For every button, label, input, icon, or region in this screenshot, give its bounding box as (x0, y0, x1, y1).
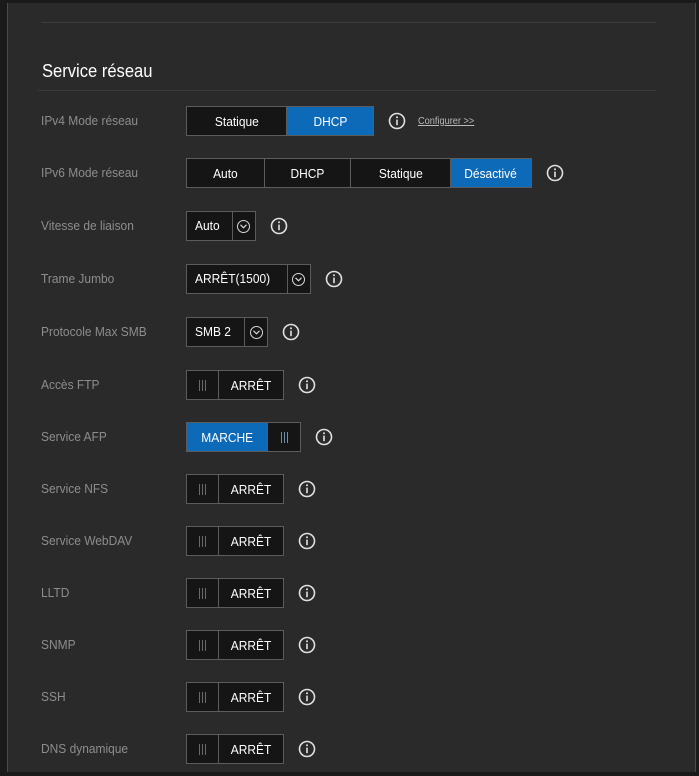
afp-label: Service AFP (41, 429, 107, 444)
jumbo-frame-select[interactable]: ARRÊT(1500) (186, 264, 311, 294)
snmp-toggle[interactable]: ARRÊT (186, 630, 285, 660)
info-icon[interactable] (388, 112, 406, 130)
nfs-toggle[interactable]: ARRÊT (186, 474, 285, 504)
ipv6-row: IPv6 Mode réseau Auto DHCP Statique Désa… (8, 158, 695, 188)
link-speed-label: Vitesse de liaison (41, 218, 134, 233)
toggle-grip-icon (187, 475, 219, 503)
toggle-grip-icon (268, 423, 300, 451)
ipv6-mode-selector: Auto DHCP Statique Désactivé (186, 158, 532, 188)
smb-protocol-label: Protocole Max SMB (41, 324, 147, 339)
configure-link[interactable]: Configurer >> (418, 116, 474, 127)
lltd-label: LLTD (41, 585, 70, 600)
settings-panel: Service réseau IPv4 Mode réseau Statique… (7, 3, 696, 772)
top-divider (42, 22, 656, 23)
ftp-toggle[interactable]: ARRÊT (186, 370, 285, 400)
info-icon[interactable] (270, 217, 288, 235)
smb-protocol-row: Protocole Max SMB SMB 2 (8, 317, 695, 347)
ssh-label: SSH (41, 689, 66, 704)
snmp-row: SNMP ARRÊT (8, 630, 695, 660)
info-icon[interactable] (315, 428, 333, 446)
lltd-row: LLTD ARRÊT (8, 578, 695, 608)
ipv6-option-dhcp[interactable]: DHCP (265, 159, 351, 187)
info-icon[interactable] (298, 584, 316, 602)
nfs-label: Service NFS (41, 481, 109, 496)
info-icon[interactable] (282, 323, 300, 341)
ipv6-label: IPv6 Mode réseau (41, 165, 139, 180)
ftp-row: Accès FTP ARRÊT (8, 370, 695, 400)
ipv4-mode-selector: Statique DHCP (186, 106, 374, 136)
section-divider (38, 90, 656, 91)
chevron-down-icon (249, 325, 263, 339)
chevron-down-icon (292, 272, 306, 286)
ssh-row: SSH ARRÊT (8, 682, 695, 712)
info-icon[interactable] (298, 740, 316, 758)
toggle-grip-icon (187, 735, 219, 763)
lltd-toggle[interactable]: ARRÊT (186, 578, 285, 608)
jumbo-frame-label: Trame Jumbo (41, 271, 115, 286)
info-icon[interactable] (298, 688, 316, 706)
ssh-toggle[interactable]: ARRÊT (186, 682, 285, 712)
ddns-label: DNS dynamique (41, 741, 129, 756)
jumbo-frame-row: Trame Jumbo ARRÊT(1500) (8, 264, 695, 294)
info-icon[interactable] (298, 532, 316, 550)
ipv4-option-dhcp[interactable]: DHCP (287, 107, 373, 135)
ipv6-option-static[interactable]: Statique (351, 159, 451, 187)
info-icon[interactable] (298, 636, 316, 654)
toggle-grip-icon (187, 371, 219, 399)
link-speed-select[interactable]: Auto (186, 211, 256, 241)
ipv4-row: IPv4 Mode réseau Statique DHCP Configure… (8, 106, 695, 136)
info-icon[interactable] (325, 270, 343, 288)
link-speed-row: Vitesse de liaison Auto (8, 211, 695, 241)
ipv6-option-disabled[interactable]: Désactivé (451, 159, 531, 187)
chevron-down-icon (237, 219, 251, 233)
toggle-grip-icon (187, 579, 219, 607)
ddns-toggle[interactable]: ARRÊT (186, 734, 285, 764)
nfs-row: Service NFS ARRÊT (8, 474, 695, 504)
section-title: Service réseau (42, 61, 153, 81)
smb-protocol-select[interactable]: SMB 2 (186, 317, 269, 347)
info-icon[interactable] (546, 164, 564, 182)
webdav-row: Service WebDAV ARRÊT (8, 526, 695, 556)
webdav-toggle[interactable]: ARRÊT (186, 526, 285, 556)
ftp-label: Accès FTP (41, 377, 100, 392)
ddns-row: DNS dynamique ARRÊT (8, 734, 695, 764)
ipv6-option-auto[interactable]: Auto (187, 159, 265, 187)
toggle-grip-icon (187, 631, 219, 659)
snmp-label: SNMP (41, 637, 76, 652)
info-icon[interactable] (298, 480, 316, 498)
info-icon[interactable] (298, 376, 316, 394)
ipv4-option-static[interactable]: Statique (187, 107, 287, 135)
afp-toggle[interactable]: MARCHE (186, 422, 302, 452)
toggle-grip-icon (187, 527, 219, 555)
toggle-grip-icon (187, 683, 219, 711)
afp-row: Service AFP MARCHE (8, 422, 695, 452)
webdav-label: Service WebDAV (41, 533, 133, 548)
ipv4-label: IPv4 Mode réseau (41, 113, 139, 128)
